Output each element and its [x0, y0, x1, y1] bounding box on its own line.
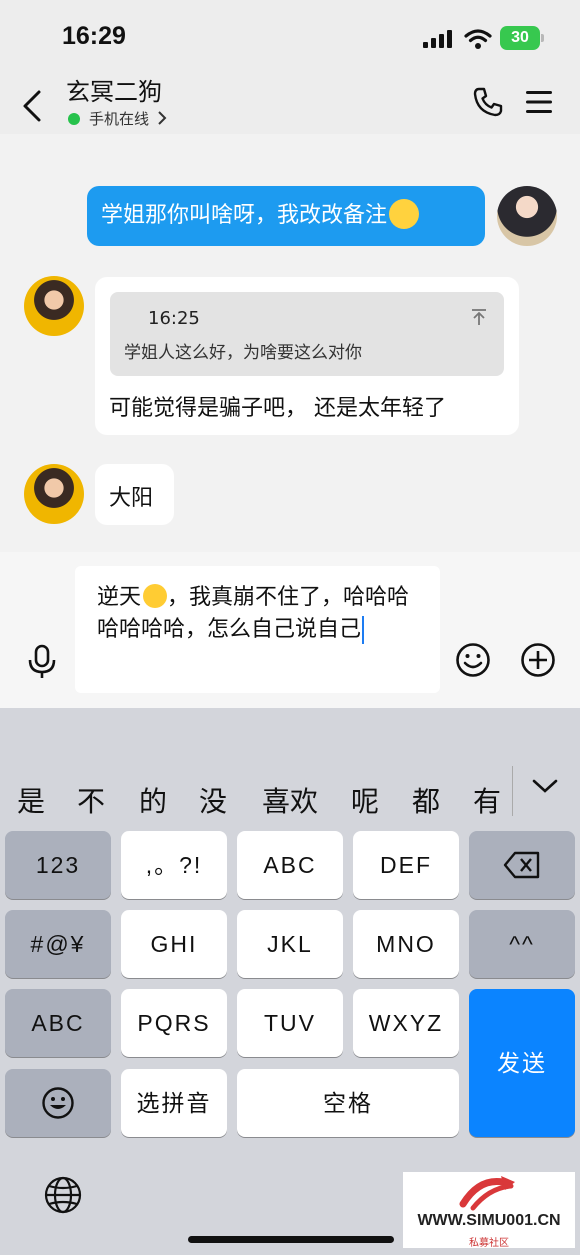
message-text: 可能觉得是骗子吧， 还是太年轻了 — [109, 396, 446, 421]
online-dot — [68, 113, 80, 125]
status-bar: 16:29 30 — [0, 0, 580, 78]
candidate-word[interactable]: 有 — [473, 780, 501, 820]
candidate-word[interactable]: 呢 — [351, 780, 379, 820]
online-status[interactable]: 手机在线 — [89, 108, 149, 129]
input-text: 逆天 ，我真崩不住了，哈哈哈哈哈哈哈，怎么自己说自己 — [97, 584, 410, 644]
status-time: 16:29 — [62, 22, 126, 50]
backspace-icon — [503, 851, 540, 879]
key-wxyz[interactable]: WXYZ — [353, 989, 459, 1057]
back-arrow-icon[interactable] — [20, 88, 44, 124]
pin-to-top-icon — [472, 309, 486, 325]
key-jkl[interactable]: JKL — [237, 910, 343, 978]
battery-icon: 30 — [500, 26, 540, 50]
message-input[interactable]: 逆天 ，我真崩不住了，哈哈哈哈哈哈哈，怎么自己说自己 — [75, 566, 440, 693]
key-punctuation[interactable]: ,。?! — [121, 831, 227, 899]
watermark-logo-icon — [459, 1176, 515, 1211]
my-avatar[interactable] — [497, 186, 557, 246]
chevron-down-icon[interactable] — [532, 778, 558, 794]
key-pqrs[interactable]: PQRS — [121, 989, 227, 1057]
contact-avatar[interactable] — [24, 464, 84, 524]
quote-text: 学姐人这么好，为啥要这么对你 — [124, 343, 362, 363]
message-bubble-outgoing[interactable]: 学姐那你叫啥呀，我改改备注 — [87, 186, 485, 246]
key-emoticon[interactable]: ^^ — [469, 910, 575, 978]
candidate-word[interactable]: 都 — [412, 780, 440, 820]
microphone-icon[interactable] — [26, 644, 58, 680]
candidate-word[interactable]: 喜欢 — [262, 780, 318, 820]
candidate-word[interactable]: 的 — [139, 780, 167, 820]
message-text: 大阳 — [109, 486, 154, 511]
battery-cap — [541, 34, 544, 42]
emoji-button-icon[interactable] — [455, 642, 491, 678]
contact-avatar[interactable] — [24, 276, 84, 336]
contact-name[interactable]: 玄冥二狗 — [66, 72, 162, 107]
quote-time: 16:25 — [148, 308, 200, 329]
candidate-separator — [512, 766, 513, 816]
key-abc[interactable]: ABC — [237, 831, 343, 899]
candidate-word[interactable]: 是 — [17, 780, 45, 820]
cellular-signal-icon — [423, 30, 452, 48]
wifi-icon — [464, 29, 492, 49]
backspace-key[interactable] — [469, 831, 575, 899]
message-text: 学姐那你叫啥呀，我改改备注 — [101, 203, 388, 228]
key-select-pinyin[interactable]: 选拼音 — [121, 1069, 227, 1137]
key-tuv[interactable]: TUV — [237, 989, 343, 1057]
text-caret — [362, 616, 365, 644]
send-key[interactable]: 发送 — [469, 989, 575, 1137]
chevron-right-icon[interactable] — [157, 111, 167, 125]
watermark: WWW.SIMU001.CN 私募社区 — [403, 1172, 575, 1249]
menu-icon[interactable] — [526, 90, 552, 114]
key-ghi[interactable]: GHI — [121, 910, 227, 978]
plus-circle-icon[interactable] — [520, 642, 556, 678]
key-abc-mode[interactable]: ABC — [5, 989, 111, 1057]
key-mno[interactable]: MNO — [353, 910, 459, 978]
input-bar: 逆天 ，我真崩不住了，哈哈哈哈哈哈哈，怎么自己说自己 — [0, 552, 580, 708]
smiley-icon — [42, 1087, 74, 1119]
key-123[interactable]: 123 — [5, 831, 111, 899]
phone-icon[interactable] — [472, 86, 504, 118]
candidate-bar: 是 不 的 没 喜欢 呢 都 有 — [0, 756, 580, 834]
emoji-key[interactable] — [5, 1069, 111, 1137]
candidate-word[interactable]: 不 — [77, 780, 105, 820]
globe-icon[interactable] — [43, 1175, 83, 1215]
chat-header: 玄冥二狗 手机在线 — [0, 78, 580, 134]
space-key[interactable]: 空格 — [237, 1069, 459, 1137]
key-def[interactable]: DEF — [353, 831, 459, 899]
key-symbols[interactable]: #@¥ — [5, 910, 111, 978]
watermark-text: WWW.SIMU001.CN — [417, 1212, 561, 1229]
smirk-emoji-icon — [389, 199, 420, 229]
laughing-emoji-icon — [143, 584, 168, 608]
home-indicator — [188, 1236, 394, 1243]
candidate-word[interactable]: 没 — [199, 780, 227, 820]
quoted-message[interactable]: 16:25 学姐人这么好，为啥要这么对你 — [110, 292, 504, 376]
watermark-subtext: 私募社区 — [469, 1238, 509, 1249]
